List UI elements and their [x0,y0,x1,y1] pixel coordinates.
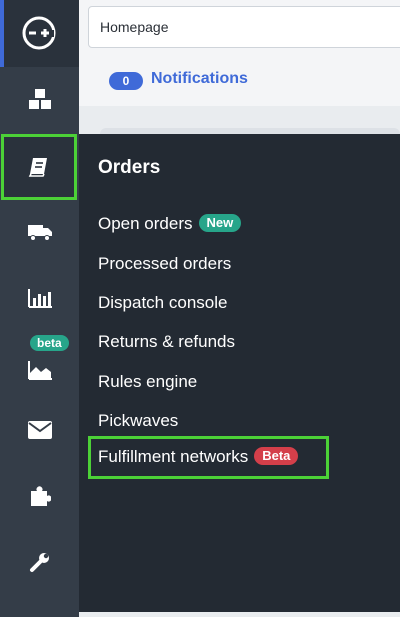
notifications-count-badge[interactable]: 0 [109,72,143,90]
sidebar-item-orders[interactable] [1,134,77,200]
notifications-link[interactable]: Notifications [151,70,248,88]
menu-item-label: Open orders [98,214,193,233]
menu-item-returns-refunds[interactable]: Returns & refunds [98,332,235,352]
sidebar-item-settings[interactable] [0,530,79,594]
logo-button[interactable] [0,0,79,67]
wrench-icon [29,553,49,572]
menu-item-processed-orders[interactable]: Processed orders [98,254,231,274]
menu-item-label: Fulfillment networks [98,447,249,466]
menu-item-pickwaves[interactable]: Pickwaves [98,411,178,431]
area-chart-icon [27,361,52,380]
envelope-icon [27,421,52,439]
menu-item-fulfillment-networks[interactable]: Fulfillment networks Beta [98,447,299,467]
flyout-title: Orders [98,157,161,178]
orders-book-icon [28,158,47,177]
breadcrumb[interactable]: Homepage [88,6,400,48]
analytics-beta-badge: beta [30,335,69,351]
bar-chart-icon [27,289,52,308]
cubes-icon [28,89,51,109]
sidebar-item-integrations[interactable] [0,464,79,528]
sidebar-item-shipping[interactable] [0,200,79,264]
sidebar-item-messages[interactable] [0,398,79,462]
rail-active-indicator [0,0,4,67]
truck-icon [27,225,52,241]
logo-icon [22,16,56,50]
menu-item-rules-engine[interactable]: Rules engine [98,372,197,392]
beta-badge: Beta [254,447,299,465]
sidebar-item-inventory[interactable] [0,67,79,131]
new-badge: New [198,214,242,232]
menu-item-open-orders[interactable]: Open orders New [98,214,242,234]
puzzle-icon [30,486,51,506]
sidebar-item-reports[interactable] [0,266,79,330]
menu-item-dispatch-console[interactable]: Dispatch console [98,293,227,313]
